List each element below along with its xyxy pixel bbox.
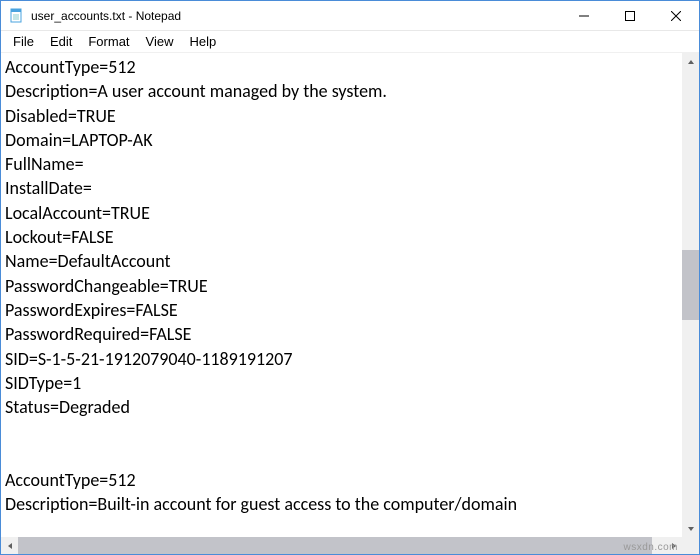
menu-file[interactable]: File [5,32,42,51]
horizontal-scroll-track[interactable] [18,537,665,554]
vertical-scroll-thumb[interactable] [682,250,699,320]
watermark-text: wsxdn.com [623,542,678,553]
scroll-down-arrow-icon[interactable] [682,520,699,537]
maximize-button[interactable] [607,1,653,31]
content-area: AccountType=512 Description=A user accou… [1,53,699,537]
notepad-icon [9,8,25,24]
horizontal-scroll-thumb[interactable] [18,537,652,554]
menu-edit[interactable]: Edit [42,32,80,51]
scroll-up-arrow-icon[interactable] [682,53,699,70]
menu-view[interactable]: View [138,32,182,51]
bottom-scroll-row [1,537,699,554]
text-editor[interactable]: AccountType=512 Description=A user accou… [1,53,682,537]
scroll-corner [682,537,699,554]
menu-format[interactable]: Format [80,32,137,51]
menu-help[interactable]: Help [181,32,224,51]
window-title: user_accounts.txt - Notepad [31,9,561,23]
notepad-window: user_accounts.txt - Notepad File Edit Fo… [0,0,700,555]
vertical-scrollbar[interactable] [682,53,699,537]
menubar: File Edit Format View Help [1,31,699,53]
minimize-button[interactable] [561,1,607,31]
scroll-left-arrow-icon[interactable] [1,537,18,554]
titlebar[interactable]: user_accounts.txt - Notepad [1,1,699,31]
close-button[interactable] [653,1,699,31]
window-controls [561,1,699,30]
vertical-scroll-track[interactable] [682,70,699,520]
horizontal-scrollbar[interactable] [1,537,682,554]
